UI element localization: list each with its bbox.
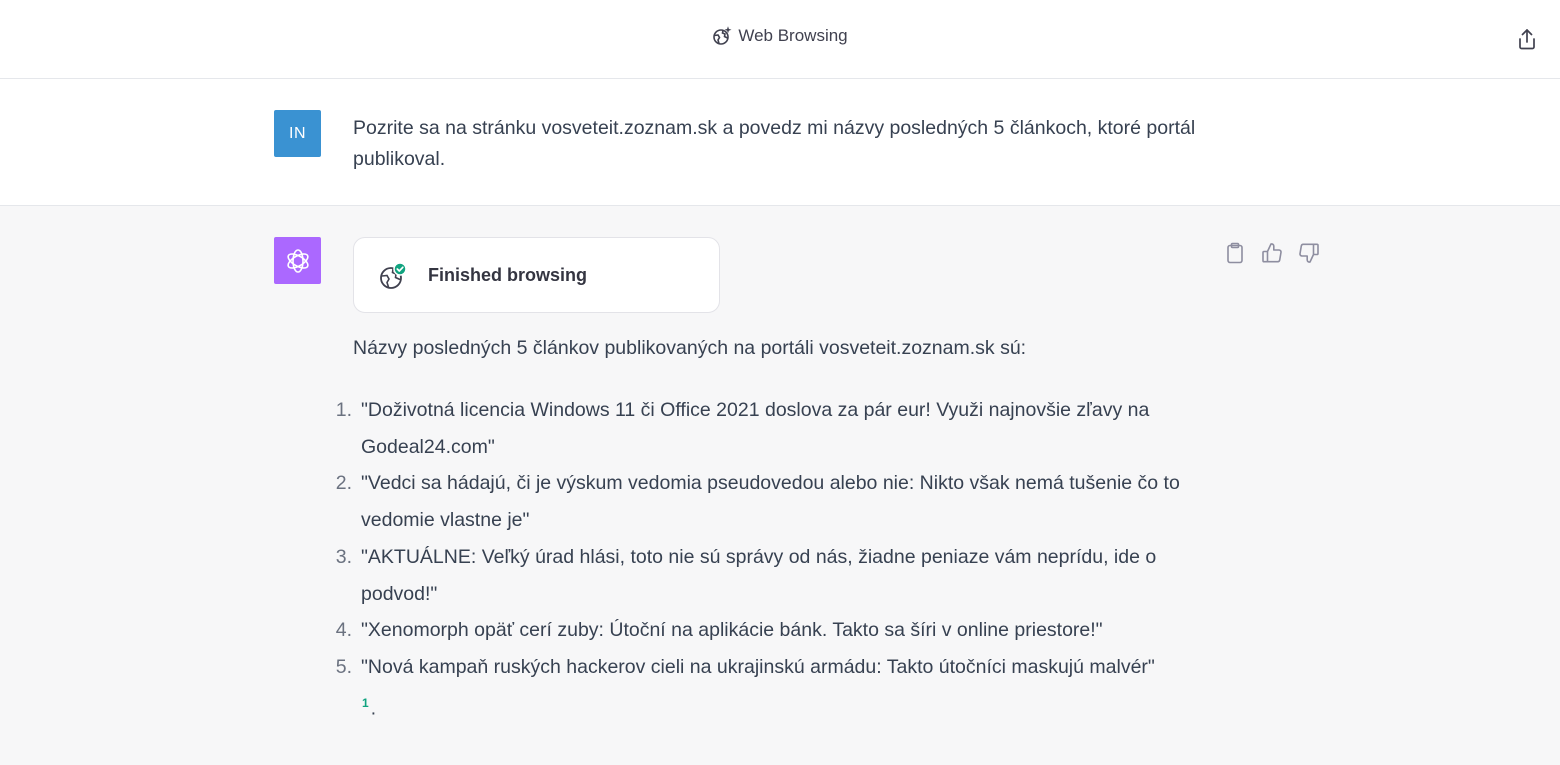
assistant-message: Finished browsing Názvy posledných 5 člá…	[0, 206, 1560, 765]
globe-sparkle-icon	[712, 26, 732, 46]
openai-logo-icon	[286, 248, 309, 273]
list-item: 3. "AKTUÁLNE: Veľký úrad hlási, toto nie…	[330, 539, 1230, 612]
share-icon	[1519, 29, 1535, 50]
list-item-number: 2.	[335, 472, 352, 495]
list-item-text: "Doživotná licencia Windows 11 či Office…	[361, 399, 1150, 458]
model-title: Web Browsing	[0, 26, 1560, 46]
article-list: 1. "Doživotná licencia Windows 11 či Off…	[330, 392, 1230, 686]
user-avatar: IN	[274, 110, 321, 157]
assistant-avatar	[274, 237, 321, 284]
clipboard-icon	[1227, 242, 1243, 264]
list-item-text: "Nová kampaň ruských hackerov cieli na u…	[361, 655, 1155, 678]
answer-intro: Názvy posledných 5 článkov publikovaných…	[353, 337, 1027, 359]
share-button[interactable]	[1516, 27, 1538, 51]
list-item: 2. "Vedci sa hádajú, či je výskum vedomi…	[330, 465, 1230, 538]
list-item-number: 1.	[335, 399, 352, 421]
list-item: 1. "Doživotná licencia Windows 11 či Off…	[330, 392, 1230, 465]
trailing-period: .	[370, 698, 376, 720]
globe-check-icon	[378, 262, 408, 292]
list-item: 4. "Xenomorph opäť cerí zuby: Útoční na …	[330, 612, 1230, 649]
thumbs-down-button[interactable]	[1298, 242, 1320, 264]
top-bar: Web Browsing	[0, 0, 1560, 79]
copy-button[interactable]	[1224, 242, 1246, 264]
list-item-number: 3.	[335, 545, 352, 568]
list-item-number: 5.	[335, 655, 352, 678]
browsing-status-card[interactable]: Finished browsing	[353, 237, 720, 313]
thumbs-down-icon	[1299, 243, 1319, 263]
user-message: IN Pozrite sa na stránku vosveteit.zozna…	[0, 80, 1560, 206]
list-item-text: "Xenomorph opäť cerí zuby: Útoční na apl…	[361, 619, 1103, 642]
message-actions	[1224, 242, 1320, 264]
thumbs-up-icon	[1262, 243, 1282, 263]
list-item-text: "Vedci sa hádajú, či je výskum vedomia p…	[361, 472, 1180, 532]
citation-link[interactable]: 1	[362, 696, 369, 710]
list-item: 5. "Nová kampaň ruských hackerov cieli n…	[330, 649, 1230, 686]
thumbs-up-button[interactable]	[1261, 242, 1283, 264]
list-item-text: "AKTUÁLNE: Veľký úrad hlási, toto nie sú…	[361, 545, 1157, 605]
browsing-status-label: Finished browsing	[428, 265, 588, 285]
title-text: Web Browsing	[738, 26, 848, 45]
list-item-number: 4.	[335, 619, 352, 642]
citation-line: 1.	[362, 692, 376, 720]
user-message-text: Pozrite sa na stránku vosveteit.zoznam.s…	[353, 117, 1196, 170]
